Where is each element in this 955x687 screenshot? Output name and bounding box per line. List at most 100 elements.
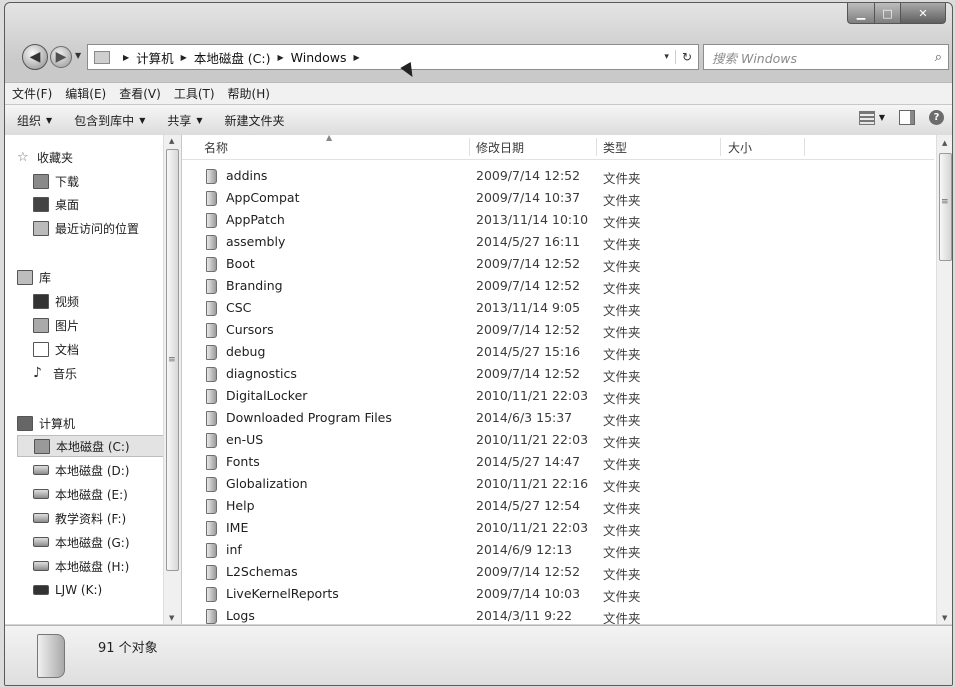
address-bar[interactable]: ▶ 计算机 ▶ 本地磁盘 (C:) ▶ Windows ▶ ▾ ↻ <box>87 44 699 70</box>
column-size[interactable]: 大小 <box>728 139 752 156</box>
nav-scrollbar[interactable]: ▲ ≡ ▼ <box>163 135 181 624</box>
folder-icon <box>206 257 217 272</box>
include-in-library-label: 包含到库中 <box>74 113 135 128</box>
menu-view[interactable]: 查看(V) <box>112 85 167 102</box>
column-divider[interactable] <box>804 138 805 156</box>
file-name: en-US <box>226 432 264 447</box>
nav-item-videos[interactable]: 视频 <box>33 291 79 311</box>
address-history-dropdown[interactable]: ▾ <box>658 52 675 62</box>
nav-computer[interactable]: 计算机 <box>17 413 75 433</box>
nav-favorites[interactable]: ☆ 收藏夹 <box>17 147 73 167</box>
table-row[interactable]: Globalization 2010/11/21 22:16 文件夹 <box>182 473 922 495</box>
nav-item-drive-f[interactable]: 教学资料 (F:) <box>33 508 126 528</box>
search-input[interactable]: 搜索 Windows ⌕ <box>703 44 949 70</box>
refresh-button[interactable]: ↻ <box>674 50 698 64</box>
file-name: LiveKernelReports <box>226 586 339 601</box>
table-row[interactable]: Help 2014/5/27 12:54 文件夹 <box>182 495 922 517</box>
column-divider[interactable] <box>596 138 597 156</box>
table-row[interactable]: en-US 2010/11/21 22:03 文件夹 <box>182 429 922 451</box>
nav-item-label: 本地磁盘 (D:) <box>55 463 130 478</box>
table-row[interactable]: CSC 2013/11/14 9:05 文件夹 <box>182 297 922 319</box>
file-type: 文件夹 <box>603 589 641 604</box>
table-row[interactable]: DigitalLocker 2010/11/21 22:03 文件夹 <box>182 385 922 407</box>
column-type[interactable]: 类型 <box>603 139 627 156</box>
table-row[interactable]: Cursors 2009/7/14 12:52 文件夹 <box>182 319 922 341</box>
table-row[interactable]: L2Schemas 2009/7/14 12:52 文件夹 <box>182 561 922 583</box>
table-row[interactable]: Logs 2014/3/11 9:22 文件夹 <box>182 605 922 627</box>
file-name: L2Schemas <box>226 564 298 579</box>
file-date: 2014/5/27 15:16 <box>476 344 581 359</box>
view-options-dropdown[interactable]: ▼ <box>879 113 885 122</box>
organize-button[interactable]: 组织 ▼ <box>17 112 52 129</box>
breadcrumb-computer[interactable]: 计算机 <box>136 48 174 67</box>
forward-button[interactable]: ▶ <box>50 46 72 68</box>
column-divider[interactable] <box>469 138 470 156</box>
menu-file[interactable]: 文件(F) <box>5 85 58 102</box>
table-row[interactable]: Downloaded Program Files 2014/6/3 15:37 文件… <box>182 407 922 429</box>
table-row[interactable]: inf 2014/6/9 12:13 文件夹 <box>182 539 922 561</box>
music-note-icon: ♪ <box>33 364 42 381</box>
table-row[interactable]: debug 2014/5/27 15:16 文件夹 <box>182 341 922 363</box>
help-icon[interactable]: ? <box>929 110 944 125</box>
table-row[interactable]: IME 2010/11/21 22:03 文件夹 <box>182 517 922 539</box>
nav-item-pictures[interactable]: 图片 <box>33 315 79 335</box>
column-date[interactable]: 修改日期 <box>476 139 524 156</box>
change-view-icon[interactable] <box>858 110 875 125</box>
chevron-right-icon: ▶ <box>277 52 284 62</box>
share-button[interactable]: 共享 ▼ <box>167 112 202 129</box>
nav-item-drive-e[interactable]: 本地磁盘 (E:) <box>33 484 128 504</box>
file-type: 文件夹 <box>603 545 641 560</box>
close-button[interactable]: ✕ <box>901 3 946 24</box>
magnifier-icon[interactable]: ⌕ <box>935 50 942 65</box>
scroll-up-icon[interactable]: ▲ <box>942 139 947 147</box>
table-row[interactable]: AppPatch 2013/11/14 10:10 文件夹 <box>182 209 922 231</box>
nav-libraries[interactable]: 库 <box>17 267 51 287</box>
nav-item-music[interactable]: ♪ 音乐 <box>33 363 77 383</box>
table-row[interactable]: Boot 2009/7/14 12:52 文件夹 <box>182 253 922 275</box>
nav-item-drive-k[interactable]: LJW (K:) <box>33 580 102 600</box>
scroll-down-icon[interactable]: ▼ <box>942 614 947 622</box>
table-row[interactable]: LiveKernelReports 2009/7/14 10:03 文件夹 <box>182 583 922 605</box>
new-folder-button[interactable]: 新建文件夹 <box>225 112 285 129</box>
nav-item-label: LJW (K:) <box>55 583 103 597</box>
video-icon <box>33 293 49 309</box>
scroll-up-icon[interactable]: ▲ <box>169 137 174 145</box>
nav-item-desktop[interactable]: 桌面 <box>33 194 79 214</box>
table-row[interactable]: diagnostics 2009/7/14 12:52 文件夹 <box>182 363 922 385</box>
downloads-folder-icon <box>33 173 49 189</box>
nav-item-drive-c[interactable]: 本地磁盘 (C:) <box>17 435 177 457</box>
table-row[interactable]: Branding 2009/7/14 12:52 文件夹 <box>182 275 922 297</box>
nav-item-documents[interactable]: 文档 <box>33 339 79 359</box>
scroll-down-icon[interactable]: ▼ <box>169 614 174 622</box>
file-name: Cursors <box>226 322 274 337</box>
drive-icon <box>33 465 49 475</box>
minimize-button[interactable]: ▁ <box>847 3 875 24</box>
nav-item-drive-h[interactable]: 本地磁盘 (H:) <box>33 556 129 576</box>
breadcrumb-windows[interactable]: Windows <box>291 50 347 65</box>
column-name[interactable]: 名称 <box>204 139 228 156</box>
file-list-scroll-thumb[interactable] <box>939 153 952 261</box>
preview-pane-icon[interactable] <box>899 110 915 125</box>
include-in-library-button[interactable]: 包含到库中 ▼ <box>74 112 145 129</box>
nav-item-drive-d[interactable]: 本地磁盘 (D:) <box>33 460 129 480</box>
file-name: Fonts <box>226 454 260 469</box>
table-row[interactable]: assembly 2014/5/27 16:11 文件夹 <box>182 231 922 253</box>
file-list-scrollbar[interactable]: ▲ ≡ ▼ <box>936 135 952 624</box>
table-row[interactable]: Fonts 2014/5/27 14:47 文件夹 <box>182 451 922 473</box>
menu-help[interactable]: 帮助(H) <box>221 85 276 102</box>
table-row[interactable]: AppCompat 2009/7/14 10:37 文件夹 <box>182 187 922 209</box>
menu-edit[interactable]: 编辑(E) <box>58 85 112 102</box>
column-divider[interactable] <box>720 138 721 156</box>
menu-tools[interactable]: 工具(T) <box>167 85 221 102</box>
search-placeholder: 搜索 Windows <box>712 50 798 66</box>
maximize-button[interactable]: □ <box>875 3 901 24</box>
nav-item-recent-places[interactable]: 最近访问的位置 <box>33 218 139 238</box>
nav-item-drive-g[interactable]: 本地磁盘 (G:) <box>33 532 130 552</box>
file-type: 文件夹 <box>603 479 641 494</box>
recent-pages-dropdown[interactable]: ▼ <box>75 51 81 60</box>
breadcrumb-drive-c[interactable]: 本地磁盘 (C:) <box>194 48 271 67</box>
back-button[interactable]: ◀ <box>22 44 48 70</box>
table-row[interactable]: addins 2009/7/14 12:52 文件夹 <box>182 165 922 187</box>
nav-item-downloads[interactable]: 下载 <box>33 171 79 191</box>
file-type: 文件夹 <box>603 369 641 384</box>
